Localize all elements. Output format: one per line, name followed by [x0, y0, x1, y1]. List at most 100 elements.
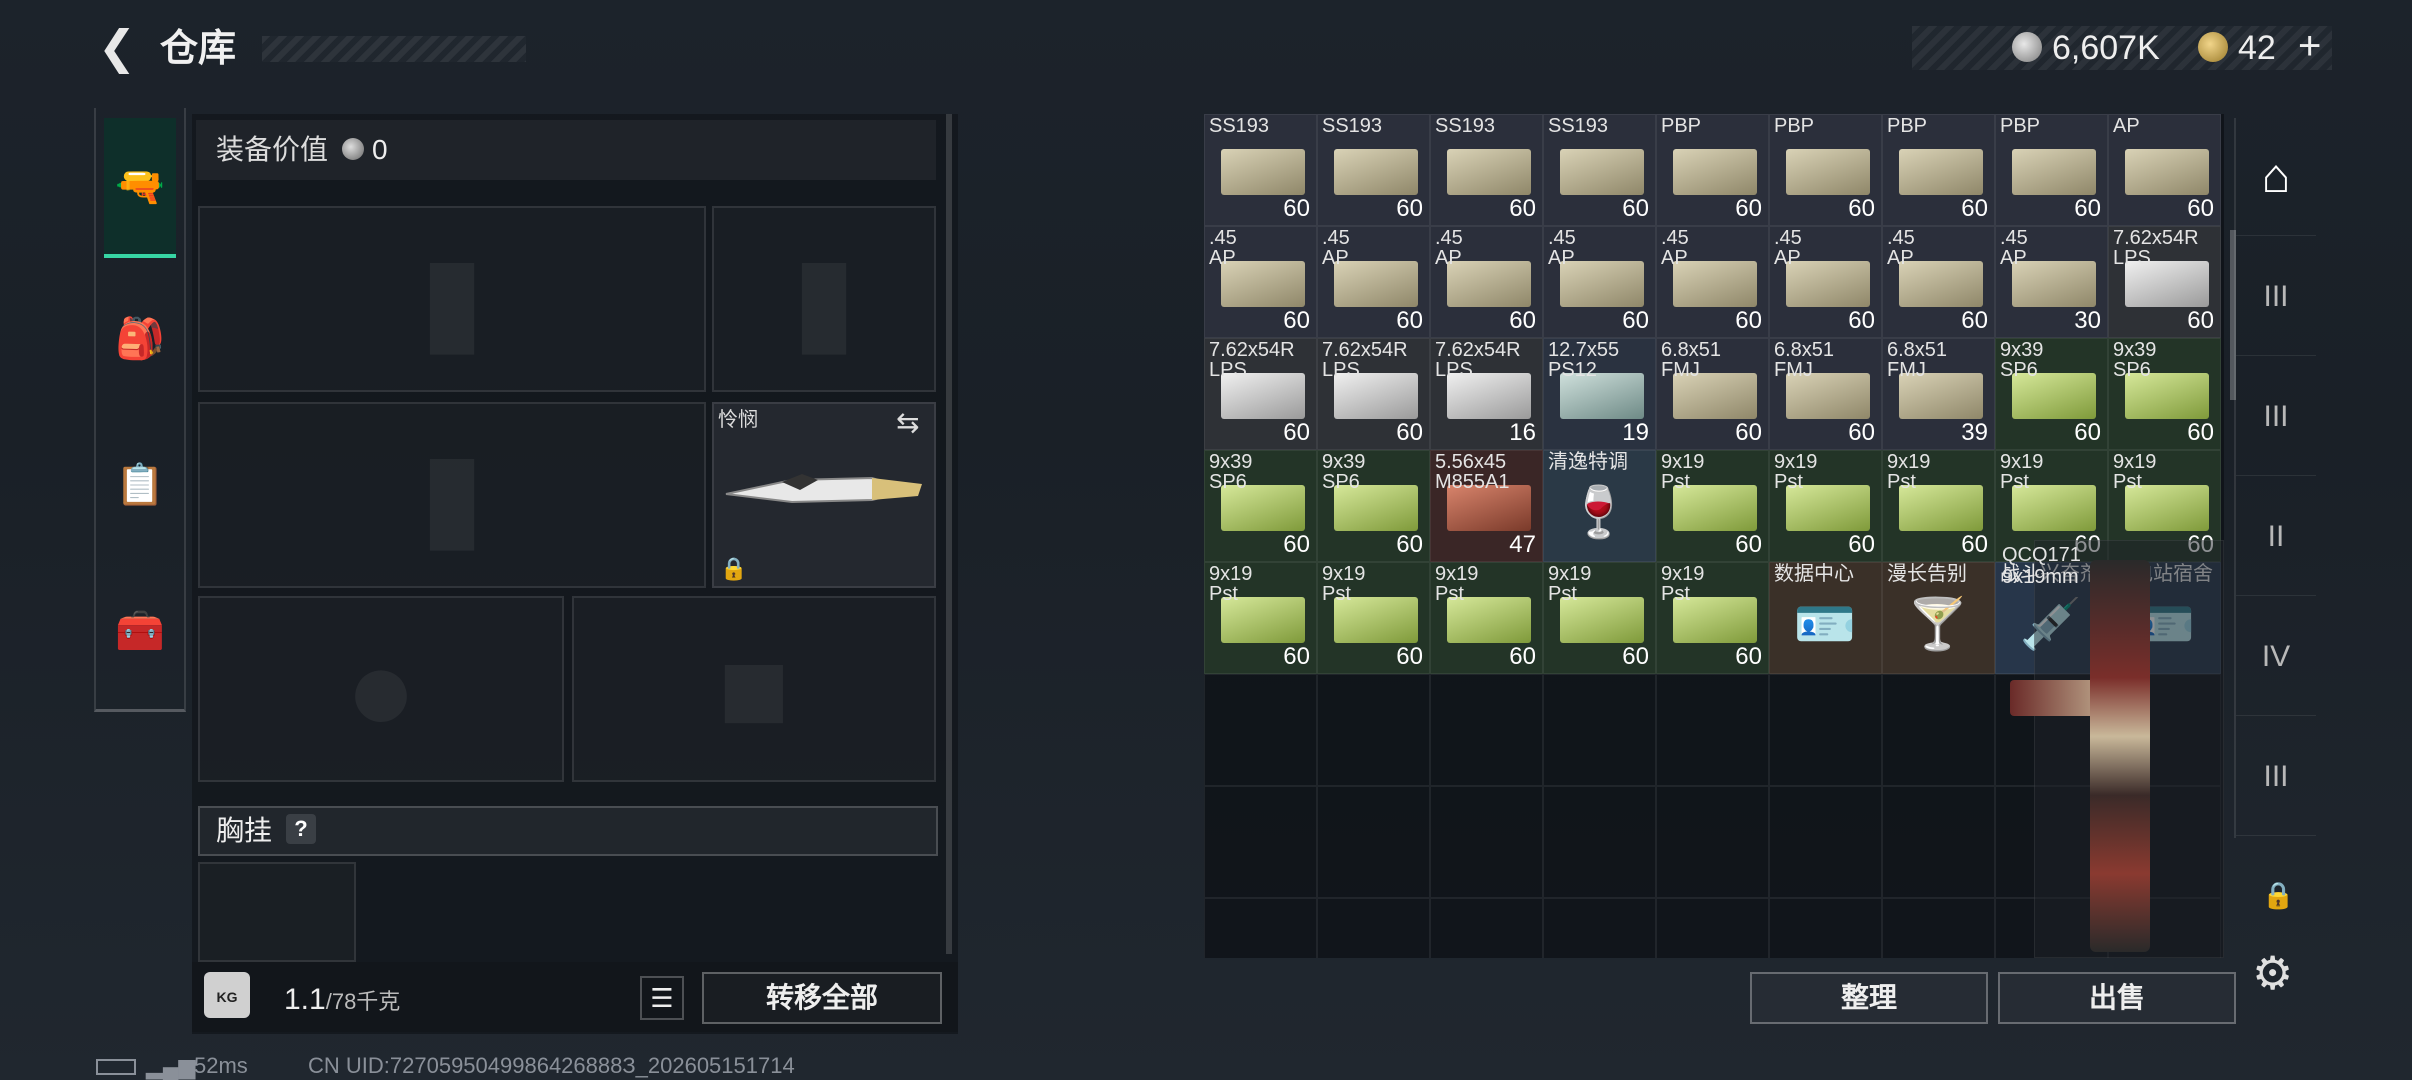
- grid-empty-cell[interactable]: [1430, 786, 1543, 898]
- grid-item[interactable]: PBP 60: [1882, 114, 1995, 226]
- grid-item[interactable]: 7.62x54R LPS 60: [1204, 338, 1317, 450]
- grid-item[interactable]: SS193 60: [1204, 114, 1317, 226]
- helmet-slot[interactable]: ●: [198, 596, 564, 782]
- grid-item-count: 60: [1848, 419, 1875, 446]
- grid-item[interactable]: 6.8x51 FMJ 60: [1656, 338, 1769, 450]
- storage-tab-5[interactable]: III: [2236, 718, 2316, 836]
- grid-item[interactable]: 9x39 SP6 60: [1995, 338, 2108, 450]
- grid-item[interactable]: .45 AP 60: [1430, 226, 1543, 338]
- grid-item[interactable]: 9x19 Pst 60: [1656, 450, 1769, 562]
- equipment-scrollbar[interactable]: [946, 114, 952, 954]
- smg-icon: [2090, 560, 2150, 952]
- category-backpack-tab[interactable]: 🎒: [104, 268, 176, 408]
- grid-item[interactable]: 5.56x45 M855A1 47: [1430, 450, 1543, 562]
- grid-item[interactable]: 9x19 Pst 60: [1656, 562, 1769, 674]
- category-weapons-tab[interactable]: 🔫: [104, 118, 176, 258]
- grid-empty-cell[interactable]: [1882, 898, 1995, 958]
- grid-item-name: 9x39 SP6: [2000, 339, 2044, 381]
- grid-item[interactable]: 6.8x51 FMJ 39: [1882, 338, 1995, 450]
- grid-item[interactable]: AP 60: [2108, 114, 2221, 226]
- grid-empty-cell[interactable]: [1317, 898, 1430, 958]
- grid-item[interactable]: 7.62x54R LPS 60: [1317, 338, 1430, 450]
- add-currency-button[interactable]: +: [2298, 22, 2321, 70]
- grid-item[interactable]: 12.7x55 PS12 19: [1543, 338, 1656, 450]
- storage-tab-2[interactable]: III: [2236, 358, 2316, 476]
- grid-item[interactable]: .45 AP 60: [1656, 226, 1769, 338]
- grid-item[interactable]: 9x19 Pst 60: [1543, 562, 1656, 674]
- grid-item-name: .45 AP: [2000, 227, 2028, 269]
- grid-empty-cell[interactable]: [1317, 786, 1430, 898]
- grid-item[interactable]: .45 AP 60: [1769, 226, 1882, 338]
- grid-item[interactable]: 9x19 Pst 60: [1430, 562, 1543, 674]
- grid-item[interactable]: .45 AP 30: [1995, 226, 2108, 338]
- grid-item[interactable]: .45 AP 60: [1543, 226, 1656, 338]
- grid-item-name: 数据中心: [1774, 563, 1854, 585]
- grid-empty-cell[interactable]: [1656, 674, 1769, 786]
- grid-empty-cell[interactable]: [1204, 674, 1317, 786]
- sort-button[interactable]: 整理: [1750, 972, 1988, 1024]
- gear-icon[interactable]: ⚙: [2252, 948, 2293, 998]
- carry-weight-max: /78千克: [325, 989, 401, 1014]
- grid-item[interactable]: .45 AP 60: [1317, 226, 1430, 338]
- grid-empty-cell[interactable]: [1317, 674, 1430, 786]
- grid-item[interactable]: 7.62x54R LPS 16: [1430, 338, 1543, 450]
- chest-rig-slot[interactable]: [198, 862, 356, 962]
- grid-empty-cell[interactable]: [1430, 898, 1543, 958]
- grid-empty-cell[interactable]: [1430, 674, 1543, 786]
- grid-empty-cell[interactable]: [1543, 898, 1656, 958]
- grid-item[interactable]: 9x19 Pst 60: [1882, 450, 1995, 562]
- grid-empty-cell[interactable]: [1769, 898, 1882, 958]
- grid-item[interactable]: 9x19 Pst 60: [1769, 450, 1882, 562]
- list-view-button[interactable]: ☰: [640, 976, 684, 1020]
- grid-item-count: 60: [1961, 531, 1988, 558]
- grid-empty-cell[interactable]: [1656, 786, 1769, 898]
- grid-item[interactable]: PBP 60: [1656, 114, 1769, 226]
- grid-item[interactable]: 9x19 Pst 60: [1204, 562, 1317, 674]
- grid-item[interactable]: 🍸 漫长告别: [1882, 562, 1995, 674]
- storage-tab-1[interactable]: III: [2236, 238, 2316, 356]
- grid-item[interactable]: 6.8x51 FMJ 60: [1769, 338, 1882, 450]
- grid-item[interactable]: 9x19 Pst 60: [1317, 562, 1430, 674]
- grid-item[interactable]: 9x39 SP6 60: [1204, 450, 1317, 562]
- grid-empty-cell[interactable]: [1543, 674, 1656, 786]
- grid-item[interactable]: SS193 60: [1317, 114, 1430, 226]
- category-toolbox-tab[interactable]: 🧰: [104, 560, 176, 700]
- grid-item[interactable]: PBP 60: [1995, 114, 2108, 226]
- armor-slot[interactable]: ■: [572, 596, 936, 782]
- chest-rig-label: 胸挂: [216, 815, 273, 846]
- grid-item[interactable]: 🪪 数据中心: [1769, 562, 1882, 674]
- grid-empty-cell[interactable]: [1543, 786, 1656, 898]
- primary-weapon-slot[interactable]: ▮: [198, 206, 706, 392]
- grid-item-count: 60: [2074, 419, 2101, 446]
- grid-empty-cell[interactable]: [1204, 786, 1317, 898]
- grid-item[interactable]: SS193 60: [1543, 114, 1656, 226]
- grid-item[interactable]: 7.62x54R LPS 60: [2108, 226, 2221, 338]
- grid-empty-cell[interactable]: [1769, 674, 1882, 786]
- help-icon[interactable]: ?: [286, 814, 316, 844]
- grid-item[interactable]: SS193 60: [1430, 114, 1543, 226]
- grid-empty-cell[interactable]: [1656, 898, 1769, 958]
- pistol-slot[interactable]: ▮: [712, 206, 936, 392]
- grid-item[interactable]: PBP 60: [1769, 114, 1882, 226]
- grid-empty-cell[interactable]: [1882, 786, 1995, 898]
- grid-item[interactable]: 9x39 SP6 60: [1317, 450, 1430, 562]
- warehouse-tab[interactable]: ⌂: [2236, 118, 2316, 236]
- storage-tab-4[interactable]: IV: [2236, 598, 2316, 716]
- grid-item[interactable]: 🍷 清逸特调: [1543, 450, 1656, 562]
- storage-tab-3[interactable]: II: [2236, 478, 2316, 596]
- grid-item-name: SS193: [1548, 115, 1609, 137]
- transfer-all-button[interactable]: 转移全部: [702, 972, 942, 1024]
- grid-empty-cell[interactable]: [1204, 898, 1317, 958]
- category-clipboard-tab[interactable]: 📋: [104, 414, 176, 554]
- grid-item-name: .45 AP: [1209, 227, 1237, 269]
- grid-item[interactable]: .45 AP 60: [1882, 226, 1995, 338]
- grid-item[interactable]: .45 AP 60: [1204, 226, 1317, 338]
- sell-button[interactable]: 出售: [1998, 972, 2236, 1024]
- swap-icon[interactable]: ⇆: [896, 406, 919, 439]
- grid-item-count: 60: [1961, 307, 1988, 334]
- grid-empty-cell[interactable]: [1882, 674, 1995, 786]
- grid-empty-cell[interactable]: [1769, 786, 1882, 898]
- back-button[interactable]: ❮: [92, 22, 142, 72]
- grid-item[interactable]: 9x39 SP6 60: [2108, 338, 2221, 450]
- secondary-weapon-slot[interactable]: ▮: [198, 402, 706, 588]
